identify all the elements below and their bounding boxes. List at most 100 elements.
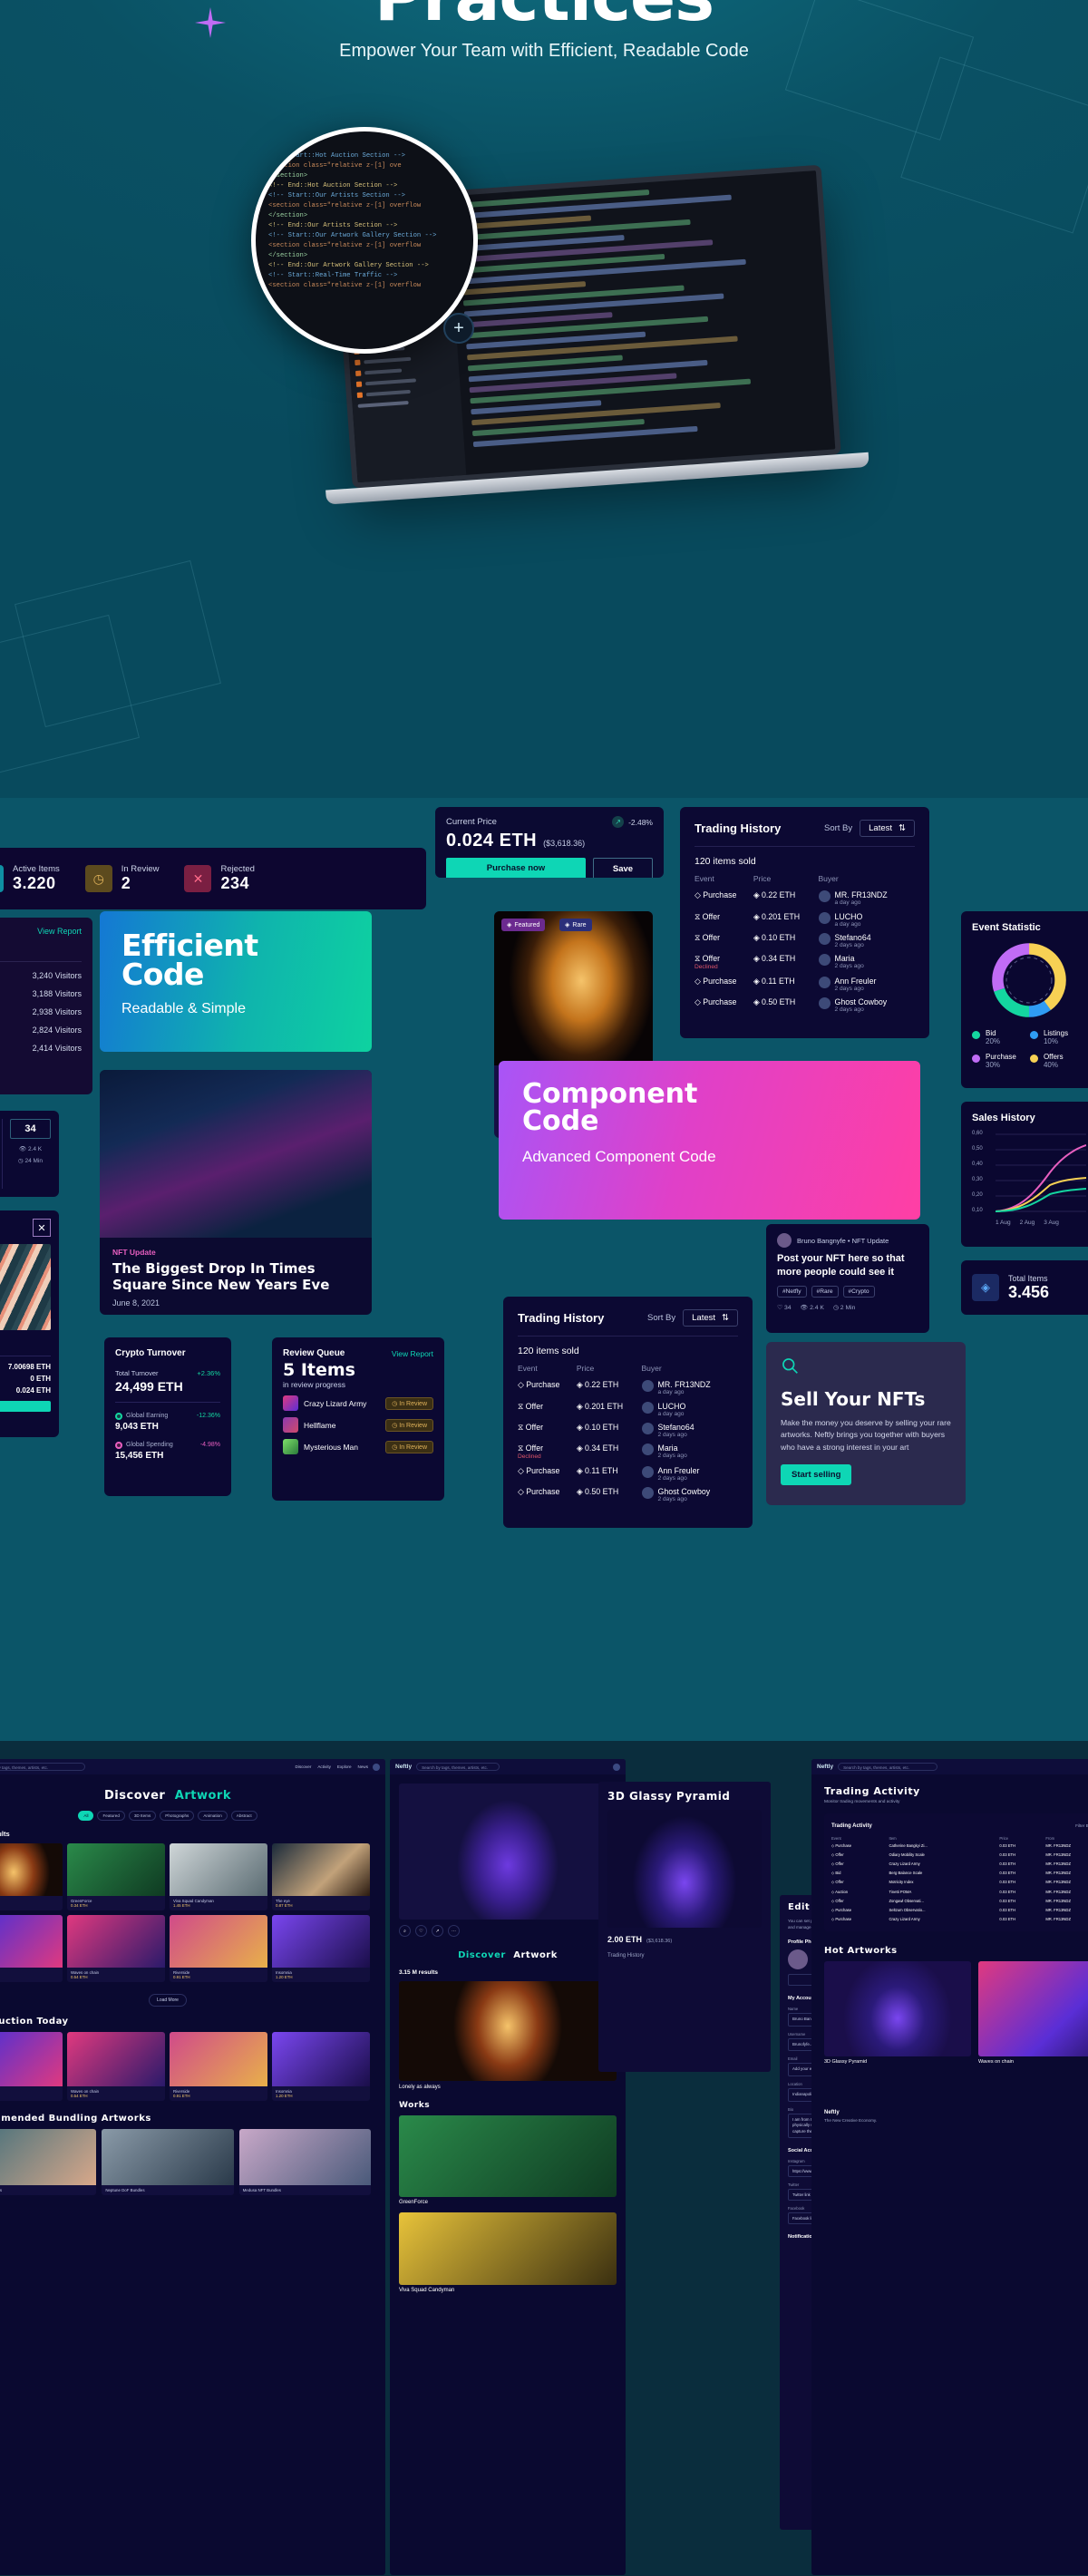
hot-card[interactable]: Waves on chain [978, 1960, 1088, 2065]
review-row[interactable]: Crazy Lizard Army ◷ In Review [283, 1395, 433, 1411]
action-icons[interactable]: ⌕ ♡ ↗ ⋯ [399, 1925, 617, 1937]
table-row[interactable]: ◇ Purchase ◈ 0.11 ETH Ann Freuler 2 days … [695, 974, 915, 995]
table-row[interactable]: ⧖ Offer Declined ◈ 0.34 ETH Maria 2 days a… [518, 1441, 738, 1463]
more-icon[interactable]: ⋯ [448, 1925, 460, 1937]
save-button[interactable]: Save [593, 858, 653, 878]
bundle-grid[interactable]: Scarf NFT Bundles Neptune DoF Bundles Me… [0, 2129, 385, 2195]
post-card[interactable]: Bruno Bangnyfe • NFT Update Post your NF… [766, 1224, 929, 1333]
filter-chip[interactable]: Abstract [230, 1811, 257, 1821]
heart-icon[interactable]: ♡ [415, 1925, 427, 1937]
sort-select[interactable]: Latest ⇅ [683, 1309, 738, 1327]
table-row[interactable]: ◇ Offer Odiary Mobility Scale 0.03 ETH M… [831, 1850, 1088, 1859]
avatar[interactable] [373, 1763, 380, 1771]
filter-chip[interactable]: Featured [97, 1811, 125, 1821]
table-row[interactable]: ◇ Purchase ◈ 0.11 ETH Ann Freuler 2 days … [518, 1463, 738, 1484]
search-icon[interactable]: ⌕ [399, 1925, 411, 1937]
filter-chip[interactable]: All [78, 1811, 94, 1821]
table-row[interactable]: ◇ Purchase ◈ 0.50 ETH Ghost Cowboy 2 days… [518, 1484, 738, 1505]
share-icon[interactable]: ↗ [432, 1925, 443, 1937]
work-tile[interactable] [399, 2115, 617, 2197]
sort-select[interactable]: Latest ⇅ [860, 820, 915, 837]
tag[interactable]: #Crypto [842, 1285, 875, 1298]
mockup-trading-activity[interactable]: Neftly Search by tags, themes, artists, … [811, 1759, 1088, 2575]
cell-item: Berg Balance Scale [889, 1871, 923, 1876]
filter-chip[interactable]: Photographs [160, 1811, 195, 1821]
bundle-card[interactable]: Neptune DoF Bundles [102, 2129, 234, 2195]
close-icon[interactable]: ✕ [33, 1219, 51, 1237]
view-report-link[interactable]: View Report [37, 927, 82, 936]
review-queue-title: Review Queue [283, 1348, 345, 1358]
table-row[interactable]: ⧖ Offer Declined ◈ 0.34 ETH Maria 2 days a… [695, 951, 915, 973]
artwork-price: 0.34 ETH [71, 1903, 88, 1908]
review-row[interactable]: Mysterious Man ◷ In Review [283, 1439, 433, 1454]
artwork-card[interactable]: Lonely as always2.00 ETH [0, 1843, 63, 1910]
partial-action-button[interactable] [0, 1401, 51, 1412]
work-tile[interactable] [399, 2212, 617, 2285]
review-row[interactable]: Hellflame ◷ In Review [283, 1417, 433, 1433]
table-row[interactable]: ◇ Purchase ◈ 0.22 ETH MR. FR13NDZ a day a… [695, 888, 915, 909]
table-row[interactable]: ◇ Purchase Seltzum Observatio... 0.03 ET… [831, 1905, 1088, 1914]
item-artwork [399, 1784, 617, 1920]
artwork-card[interactable]: Insomnia 1.20 ETH [272, 1915, 370, 1982]
table-row[interactable]: ◇ Purchase Crazy Lizard Army 0.03 ETH MR… [831, 1915, 1088, 1924]
artwork-card[interactable]: Waves on chain 0.54 ETH [67, 1915, 165, 1982]
auction-card[interactable]: Insomnia 1.20 ETH [272, 2032, 370, 2101]
table-row[interactable]: ◇ Bid Berg Balance Scale 0.03 ETH MR. FR… [831, 1869, 1088, 1878]
hot-card[interactable]: 3D Glassy Pyramid [824, 1960, 971, 2065]
artwork-card[interactable]: Riverside 0.91 ETH [170, 1915, 267, 1982]
table-row[interactable]: ◇ Purchase ◈ 0.50 ETH Ghost Cowboy 2 days… [695, 995, 915, 1016]
avatar[interactable] [613, 1763, 620, 1771]
bundle-card[interactable]: Medusa NFT Bundles [238, 2129, 371, 2195]
avatar[interactable] [788, 1949, 808, 1970]
table-row[interactable]: ⧖ Offer ◈ 0.10 ETH Stefano64 2 days ago [518, 1420, 738, 1441]
artwork-card[interactable]: Glassy Pyramid2.00 ETH [0, 1915, 63, 1982]
start-selling-button[interactable]: Start selling [781, 1463, 852, 1485]
mockup-pyramid-detail[interactable]: 3D Glassy Pyramid 2.00 ETH ($3,618.36) T… [598, 1782, 771, 2072]
auction-grid[interactable]: Glassy Pyramid2.00 ETH Waves on chain0.5… [0, 2032, 385, 2101]
filter-chip[interactable]: 3D Items [128, 1811, 157, 1821]
auction-card[interactable]: Waves on chain 0.54 ETH [67, 2032, 165, 2101]
nav-activity[interactable]: Activity [317, 1764, 331, 1769]
mockup-item-detail[interactable]: Neftly Search by tags, themes, artists, … [390, 1759, 626, 2575]
tag[interactable]: #Netfly [777, 1285, 807, 1298]
stat-active-items[interactable]: ✓ Active Items 3.220 [0, 864, 73, 893]
zoom-in-button[interactable]: + [443, 313, 474, 344]
stat-in-review[interactable]: ◷ In Review 2 [73, 864, 172, 893]
table-row[interactable]: ◇ Auction Tinetti POMA 0.03 ETH MR. FR13… [831, 1887, 1088, 1896]
auction-card[interactable]: Riverside 0.91 ETH [170, 2032, 267, 2101]
search-input[interactable]: Search by tags, themes, artists, etc. [416, 1763, 500, 1771]
table-row[interactable]: ◇ Offer Crazy Lizard Army 0.03 ETH MR. F… [831, 1859, 1088, 1868]
search-input[interactable]: Search by tags, themes, artists, etc. [838, 1763, 938, 1771]
artwork-card[interactable]: Viva Squad Candyman 1.45 ETH [170, 1843, 267, 1910]
table-row[interactable]: ◇ Offer Motricity Index 0.03 ETH MR. FR1… [831, 1878, 1088, 1887]
filter-chips[interactable]: All Featured 3D Items Photographs Animation A… [0, 1811, 385, 1821]
nav-news[interactable]: News [358, 1764, 369, 1769]
table-row[interactable]: ⧖ Offer ◈ 0.10 ETH Stefano64 2 days ago [695, 930, 915, 951]
artwork-card[interactable]: The eye 0.87 ETH [272, 1843, 370, 1910]
cell-price: ◈ 0.201 ETH [576, 1401, 624, 1411]
filter-chip[interactable]: Animation [198, 1811, 228, 1821]
mockup-discover[interactable]: Neftly Search by tags, themes, artists, … [0, 1759, 385, 2575]
artwork-grid[interactable]: Lonely as always2.00 ETH GreenForce0.34 … [0, 1843, 385, 1982]
search-input[interactable]: Search by tags, themes, artists, etc. [0, 1763, 86, 1771]
item-thumbnail [283, 1395, 298, 1411]
stat-rejected[interactable]: ✕ Rejected 234 [171, 864, 267, 893]
code-line: <!-- Start::Real-Time Traffic --> [268, 272, 398, 279]
purchase-now-button[interactable]: Purchase now [446, 858, 586, 878]
table-row[interactable]: ⧖ Offer ◈ 0.201 ETH LUCHO a day ago [518, 1398, 738, 1419]
tag[interactable]: #Rare [811, 1285, 839, 1298]
bundle-card[interactable]: Scarf NFT Bundles [0, 2129, 97, 2195]
preview-artwork [399, 1981, 617, 2081]
view-report-link[interactable]: View Report [392, 1349, 433, 1358]
artwork-card[interactable]: GreenForce 0.34 ETH [67, 1843, 165, 1910]
table-row[interactable]: ⧖ Offer ◈ 0.201 ETH LUCHO a day ago [695, 909, 915, 929]
table-row[interactable]: ◇ Purchase Catherine Bangkyi Zi... 0.03 … [831, 1841, 1088, 1850]
auction-card[interactable]: Glassy Pyramid2.00 ETH [0, 2032, 63, 2101]
load-more-button[interactable]: Load More [149, 1994, 187, 2007]
table-row[interactable]: ◇ Purchase ◈ 0.22 ETH MR. FR13NDZ a day a… [518, 1377, 738, 1398]
artwork-price: 1.20 ETH [276, 1975, 293, 1979]
news-card-times-square[interactable]: NFT Update The Biggest Drop In Times Squ… [100, 1070, 372, 1315]
table-row[interactable]: ◇ Offer Zongawl Observati... 0.03 ETH MR… [831, 1896, 1088, 1905]
nav-discover[interactable]: Discover [295, 1764, 311, 1769]
nav-explore[interactable]: Explore [337, 1764, 352, 1769]
